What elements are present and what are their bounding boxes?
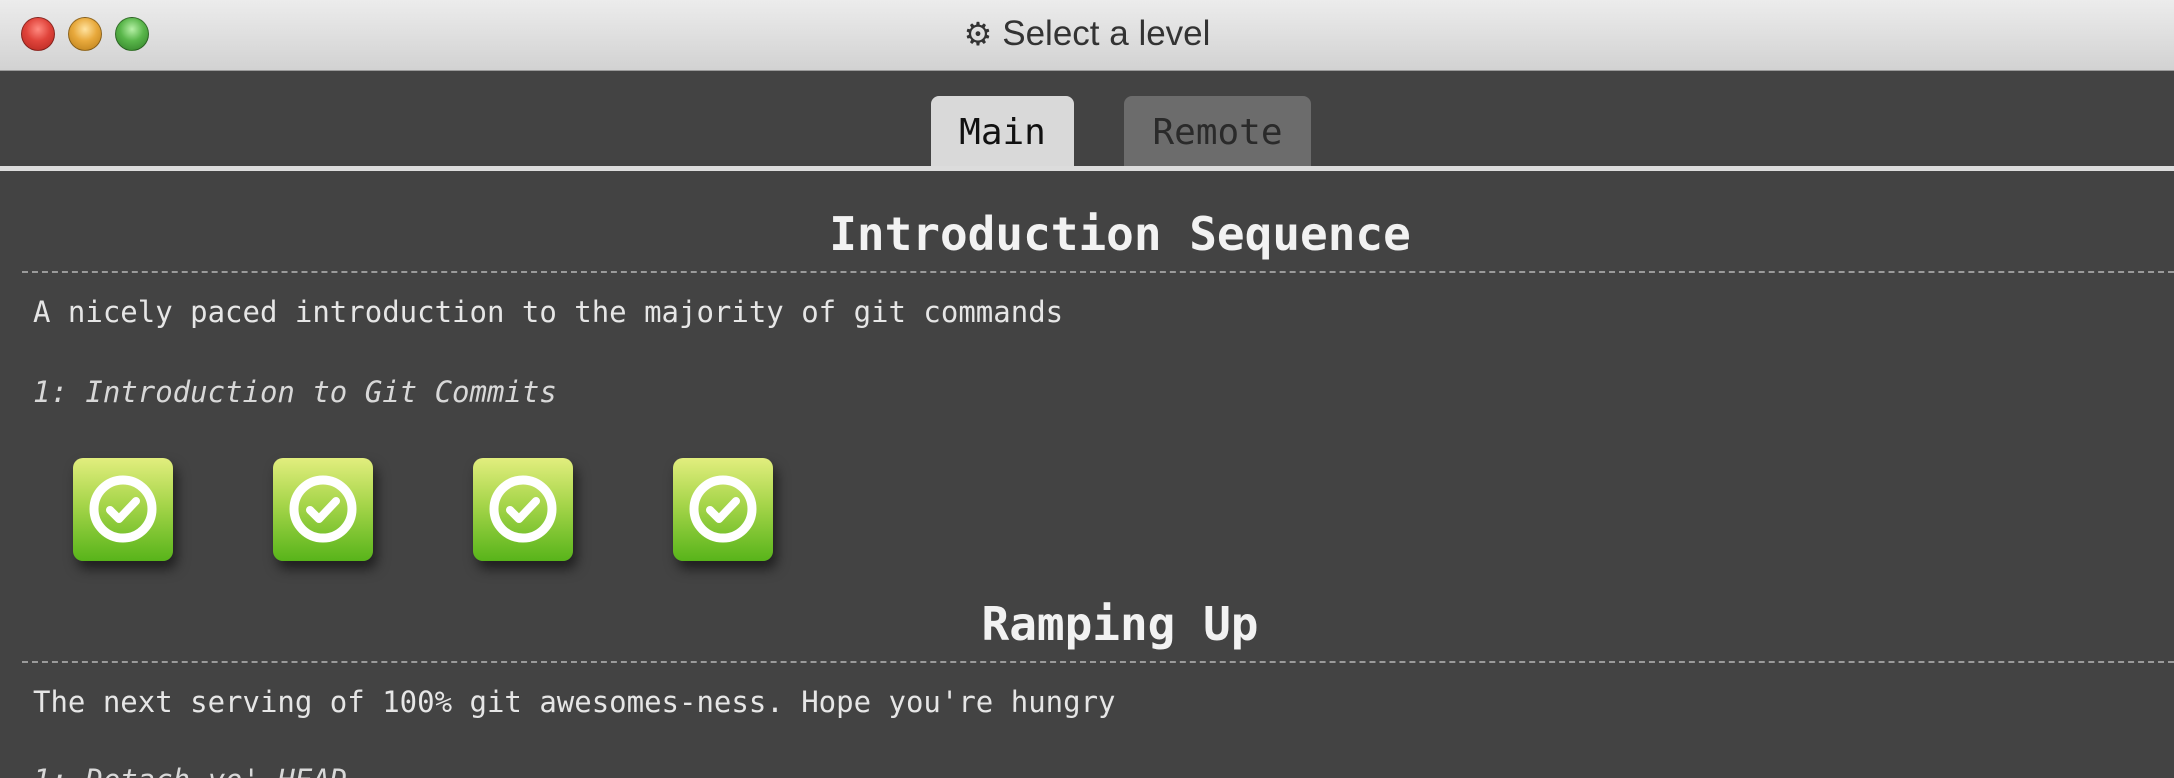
sequence-divider: [22, 271, 2174, 273]
level-heading: 1: Detach yo' HEAD: [33, 763, 347, 778]
sequence-description: The next serving of 100% git awesomes-ne…: [33, 685, 1116, 719]
level-button-1[interactable]: [73, 458, 173, 561]
sequence-divider: [22, 661, 2174, 663]
level-select-window: ⚙ Select a level Main Remote Introduction…: [0, 0, 2174, 778]
level-button-2[interactable]: [273, 458, 373, 561]
tab-remote[interactable]: Remote: [1124, 96, 1311, 166]
level-button-3[interactable]: [473, 458, 573, 561]
tab-bar: Main Remote: [0, 96, 2174, 168]
level-list: Introduction Sequence A nicely paced int…: [0, 171, 2174, 778]
gear-icon: ⚙: [963, 16, 993, 52]
window-title-container: ⚙ Select a level: [0, 12, 2174, 56]
window-title: Select a level: [1002, 14, 1211, 53]
sequence-description: A nicely paced introduction to the major…: [33, 295, 1064, 329]
sequence-title: Introduction Sequence: [829, 207, 1411, 261]
title-bar: ⚙ Select a level: [0, 0, 2174, 71]
check-circle-icon: [89, 475, 157, 543]
level-button-4[interactable]: [673, 458, 773, 561]
check-circle-icon: [689, 475, 757, 543]
tab-main[interactable]: Main: [931, 96, 1074, 166]
check-circle-icon: [289, 475, 357, 543]
level-heading: 1: Introduction to Git Commits: [33, 375, 557, 409]
check-circle-icon: [489, 475, 557, 543]
sequence-title: Ramping Up: [981, 597, 1259, 651]
